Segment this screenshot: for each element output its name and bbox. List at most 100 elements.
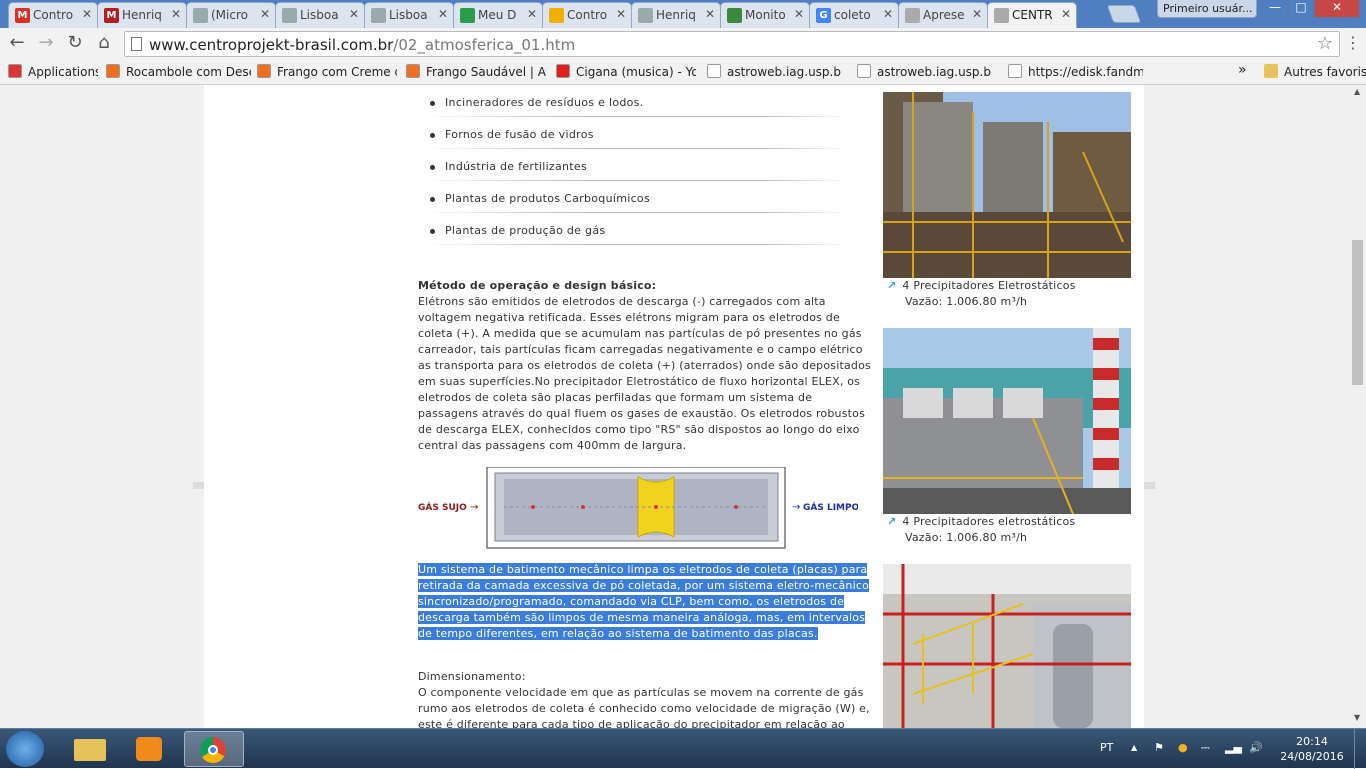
- close-tab-icon[interactable]: ✕: [82, 7, 92, 21]
- tab-5[interactable]: Meu D ✕: [453, 2, 543, 28]
- tab-10[interactable]: Aprese ✕: [898, 2, 988, 28]
- method-heading: Método de operação e design básico:: [418, 279, 657, 292]
- bookmark-item[interactable]: astroweb.iag.usp.br/~: [707, 64, 842, 79]
- close-tab-icon[interactable]: ✕: [260, 7, 270, 21]
- bookmark-item[interactable]: Cigana (musica) - You: [556, 64, 696, 79]
- close-tab-icon[interactable]: ✕: [794, 7, 804, 21]
- close-tab-icon[interactable]: ✕: [438, 7, 448, 21]
- volume-icon[interactable]: 🔊: [1249, 741, 1263, 754]
- bookmark-item[interactable]: https://edisk.fandm.e: [1008, 64, 1143, 79]
- minimize-button[interactable]: —: [1262, 0, 1288, 18]
- menu-icon[interactable]: ⋮: [1342, 32, 1364, 54]
- bookmark-icon: [257, 64, 271, 78]
- precipitator-photo-1[interactable]: [883, 92, 1131, 278]
- tab-label: Lisboa: [300, 8, 339, 22]
- chrome-taskbar-button[interactable]: [184, 731, 244, 767]
- scroll-up-icon[interactable]: ▲: [1354, 87, 1360, 96]
- tab-2[interactable]: (Micro ✕: [186, 2, 276, 28]
- scrollbar-thumb[interactable]: [1352, 240, 1363, 385]
- page-icon: [371, 8, 386, 23]
- tab-1[interactable]: M Henriq ✕: [97, 2, 187, 28]
- tab-9[interactable]: Gcoleto ✕: [809, 2, 899, 28]
- arrow-icon: ↗: [887, 279, 897, 292]
- gmail-icon: M: [15, 8, 30, 23]
- scrollbar[interactable]: ▲ ▼: [1350, 85, 1366, 728]
- bookmark-item[interactable]: Rocambole com Dese: [106, 64, 251, 79]
- page-icon: [638, 8, 653, 23]
- tab-8[interactable]: Monito ✕: [720, 2, 810, 28]
- network-icon[interactable]: ▂▄: [1225, 741, 1242, 754]
- selected-text[interactable]: Um sistema de batimento mecânico limpa o…: [418, 563, 870, 640]
- tab-7[interactable]: Henriq ✕: [631, 2, 721, 28]
- close-tab-icon[interactable]: ✕: [883, 7, 893, 21]
- start-button[interactable]: [6, 731, 44, 767]
- doc-icon: [994, 8, 1009, 23]
- close-tab-icon[interactable]: ✕: [705, 7, 715, 21]
- tab-label: (Micro: [211, 8, 248, 22]
- close-window-button[interactable]: ✕: [1314, 0, 1360, 18]
- explorer-taskbar-button[interactable]: [62, 731, 118, 767]
- bookmark-label: astroweb.iag.usp.br/~: [877, 65, 992, 79]
- profile-button[interactable]: Primeiro usuár...: [1157, 0, 1257, 18]
- page-icon: [193, 8, 208, 23]
- tab-6[interactable]: Contro ✕: [542, 2, 632, 28]
- windows-taskbar: PT ▲ ⚑ ● ⎓ ▂▄ 🔊 20:14 24/08/2016: [0, 728, 1366, 769]
- tab-label: Lisboa: [389, 8, 428, 22]
- other-bookmarks-folder[interactable]: Autres favoris: [1264, 64, 1366, 79]
- flag-icon: [727, 8, 742, 23]
- reload-icon[interactable]: ↻: [64, 32, 86, 54]
- bookmark-label: Frango Saudável | Ave: [426, 65, 546, 79]
- usb-icon[interactable]: ⎓: [1201, 741, 1210, 755]
- bookmark-icon: [556, 64, 570, 78]
- tab-11[interactable]: CENTR ✕: [987, 2, 1077, 28]
- address-bar[interactable]: www.centroprojekt-brasil.com.br/02_atmos…: [124, 31, 1340, 57]
- bookmark-label: Applications: [28, 65, 98, 79]
- mail-icon: [549, 8, 564, 23]
- show-hidden-icons[interactable]: ▲: [1131, 743, 1137, 752]
- bookmark-item[interactable]: Frango Saudável | Ave: [406, 64, 546, 79]
- bookmark-icon: [707, 64, 721, 78]
- url-host: www.centroprojekt-brasil.com.br: [149, 36, 394, 54]
- list-item: Incineradores de resíduos e lodos.: [418, 85, 848, 117]
- close-tab-icon[interactable]: ✕: [349, 7, 359, 21]
- bookmark-icon: [857, 64, 871, 78]
- flag-icon[interactable]: ⚑: [1154, 741, 1164, 754]
- maximize-button[interactable]: □: [1288, 0, 1314, 18]
- close-tab-icon[interactable]: ✕: [972, 7, 982, 21]
- close-tab-icon[interactable]: ✕: [616, 7, 626, 21]
- close-tab-icon[interactable]: ✕: [527, 7, 537, 21]
- method-section: Método de operação e design básico: Elét…: [418, 278, 872, 454]
- chrome-center-icon: [208, 745, 218, 755]
- photo-1-caption: ↗ 4 Precipitadores Eletrostáticos Vazão: …: [887, 278, 1076, 310]
- bookmark-star-icon[interactable]: ☆: [1317, 33, 1333, 54]
- close-tab-icon[interactable]: ✕: [171, 7, 181, 21]
- photo-2-caption: ↗ 4 Precipitadores eletrostáticos Vazão: …: [887, 514, 1075, 546]
- tab-3[interactable]: Lisboa ✕: [275, 2, 365, 28]
- precipitator-photo-3[interactable]: [883, 564, 1131, 728]
- photo-1-title: 4 Precipitadores Eletrostáticos: [902, 279, 1076, 292]
- home-icon[interactable]: ⌂: [93, 32, 115, 54]
- new-tab-button[interactable]: [1106, 5, 1142, 23]
- bookmark-icon: [406, 64, 420, 78]
- sync-icon[interactable]: ●: [1178, 741, 1188, 754]
- bookmark-item[interactable]: Frango com Creme de: [257, 64, 397, 79]
- bookmark-item[interactable]: astroweb.iag.usp.br/~: [857, 64, 992, 79]
- tab-0[interactable]: M Contro ✕: [8, 2, 98, 28]
- scroll-down-icon[interactable]: ▼: [1354, 713, 1360, 722]
- tab-4[interactable]: Lisboa ✕: [364, 2, 454, 28]
- clock[interactable]: 20:14 24/08/2016: [1280, 734, 1344, 764]
- close-tab-icon[interactable]: ✕: [1061, 7, 1071, 21]
- media-player-taskbar-button[interactable]: [122, 731, 178, 767]
- more-bookmarks-button[interactable]: »: [1238, 62, 1247, 78]
- input-language[interactable]: PT: [1100, 741, 1113, 754]
- show-desktop-button[interactable]: [1354, 729, 1366, 769]
- precipitator-photo-2[interactable]: [883, 328, 1131, 514]
- bookmark-label: Rocambole com Dese: [126, 65, 251, 79]
- bookmark-label: astroweb.iag.usp.br/~: [727, 65, 842, 79]
- cleaning-paragraph[interactable]: Um sistema de batimento mecânico limpa o…: [418, 562, 872, 642]
- bookmark-item[interactable]: Applications: [8, 64, 98, 79]
- photo-2-flow: Vazão: 1.006.80 m³/h: [905, 531, 1028, 544]
- forward-icon[interactable]: →: [35, 32, 57, 54]
- tab-label: Contro: [33, 8, 74, 22]
- back-icon[interactable]: ←: [6, 32, 28, 54]
